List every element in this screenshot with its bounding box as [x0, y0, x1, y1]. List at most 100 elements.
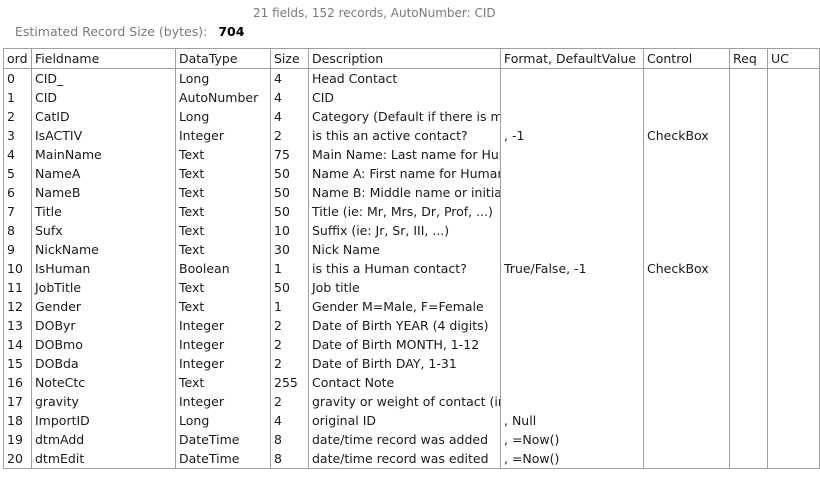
cell-datatype: Text [175, 202, 271, 221]
cell-format-default: , Null [500, 411, 644, 430]
cell-control [643, 88, 730, 107]
cell-ord: 15 [3, 354, 32, 373]
column-header-control: Control [643, 48, 730, 69]
record-size-value: 704 [218, 24, 245, 39]
cell-uc [767, 411, 820, 430]
cell-control: CheckBox [643, 126, 730, 145]
column-header-req: Req [729, 48, 768, 69]
cell-req [729, 126, 768, 145]
cell-datatype: Text [175, 240, 271, 259]
cell-description: Title (ie: Mr, Mrs, Dr, Prof, ...) [308, 202, 501, 221]
table-row: 7 Title Text 50 Title (ie: Mr, Mrs, Dr, Prof… [3, 202, 820, 221]
cell-size: 1 [270, 259, 309, 278]
cell-description: Suffix (ie: Jr, Sr, III, ...) [308, 221, 501, 240]
cell-size: 2 [270, 126, 309, 145]
cell-format-default [500, 145, 644, 164]
cell-ord: 1 [3, 88, 32, 107]
table-row: 3 IsACTIV Integer 2 is this an active contac… [3, 126, 820, 145]
cell-control [643, 202, 730, 221]
cell-description: Job title [308, 278, 501, 297]
table-row: 2 CatID Long 4 Category (Default if there is… [3, 107, 820, 126]
column-header-ord: ord [3, 48, 32, 69]
cell-datatype: Boolean [175, 259, 271, 278]
cell-control: CheckBox [643, 259, 730, 278]
cell-size: 4 [270, 411, 309, 430]
table-row: 8 Sufx Text 10 Suffix (ie: Jr, Sr, III, ...) [3, 221, 820, 240]
cell-format-default [500, 335, 644, 354]
cell-uc [767, 202, 820, 221]
table-row: 14 DOBmo Integer 2 Date of Birth MONTH, 1-12 [3, 335, 820, 354]
cell-control [643, 221, 730, 240]
cell-control [643, 107, 730, 126]
cell-control [643, 354, 730, 373]
cell-format-default [500, 88, 644, 107]
cell-uc [767, 449, 820, 469]
cell-uc [767, 221, 820, 240]
cell-size: 10 [270, 221, 309, 240]
cell-size: 50 [270, 164, 309, 183]
table-row: 20 dtmEdit DateTime 8 date/time record was e… [3, 449, 820, 469]
cell-ord: 3 [3, 126, 32, 145]
cell-uc [767, 183, 820, 202]
cell-ord: 0 [3, 68, 32, 88]
cell-req [729, 107, 768, 126]
cell-ord: 16 [3, 373, 32, 392]
cell-fieldname: dtmEdit [31, 449, 176, 469]
cell-ord: 11 [3, 278, 32, 297]
cell-fieldname: IsACTIV [31, 126, 176, 145]
cell-datatype: DateTime [175, 430, 271, 449]
cell-description: Main Name: Last name for Hun [308, 145, 501, 164]
cell-size: 2 [270, 392, 309, 411]
table-row: 12 Gender Text 1 Gender M=Male, F=Female [3, 297, 820, 316]
cell-control [643, 164, 730, 183]
cell-ord: 12 [3, 297, 32, 316]
cell-uc [767, 392, 820, 411]
cell-ord: 6 [3, 183, 32, 202]
cell-datatype: Text [175, 145, 271, 164]
cell-control [643, 240, 730, 259]
cell-size: 50 [270, 202, 309, 221]
cell-control [643, 373, 730, 392]
record-size-line: Estimated Record Size (bytes): 704 [15, 24, 244, 39]
cell-datatype: Text [175, 221, 271, 240]
cell-format-default: True/False, -1 [500, 259, 644, 278]
column-header-fieldname: Fieldname [31, 48, 176, 69]
cell-fieldname: DOBmo [31, 335, 176, 354]
cell-description: is this an active contact? [308, 126, 501, 145]
cell-req [729, 430, 768, 449]
cell-req [729, 183, 768, 202]
cell-format-default [500, 278, 644, 297]
cell-ord: 20 [3, 449, 32, 469]
cell-control [643, 411, 730, 430]
cell-control [643, 145, 730, 164]
cell-control [643, 335, 730, 354]
cell-format-default [500, 354, 644, 373]
cell-uc [767, 259, 820, 278]
cell-description: Name A: First name for Human [308, 164, 501, 183]
cell-req [729, 278, 768, 297]
cell-req [729, 297, 768, 316]
cell-format-default [500, 183, 644, 202]
cell-req [729, 335, 768, 354]
cell-size: 1 [270, 297, 309, 316]
cell-req [729, 88, 768, 107]
column-header-datatype: DataType [175, 48, 271, 69]
cell-uc [767, 88, 820, 107]
cell-req [729, 354, 768, 373]
cell-uc [767, 316, 820, 335]
column-header-uc: UC [767, 48, 820, 69]
cell-datatype: Text [175, 373, 271, 392]
cell-fieldname: DOBda [31, 354, 176, 373]
table-row: 16 NoteCtc Text 255 Contact Note [3, 373, 820, 392]
cell-datatype: Text [175, 278, 271, 297]
table-row: 17 gravity Integer 2 gravity or weight of co… [3, 392, 820, 411]
cell-uc [767, 278, 820, 297]
cell-size: 2 [270, 316, 309, 335]
cell-req [729, 164, 768, 183]
cell-uc [767, 373, 820, 392]
cell-fieldname: CID [31, 88, 176, 107]
cell-ord: 18 [3, 411, 32, 430]
cell-fieldname: JobTitle [31, 278, 176, 297]
cell-fieldname: NameB [31, 183, 176, 202]
cell-datatype: Integer [175, 392, 271, 411]
